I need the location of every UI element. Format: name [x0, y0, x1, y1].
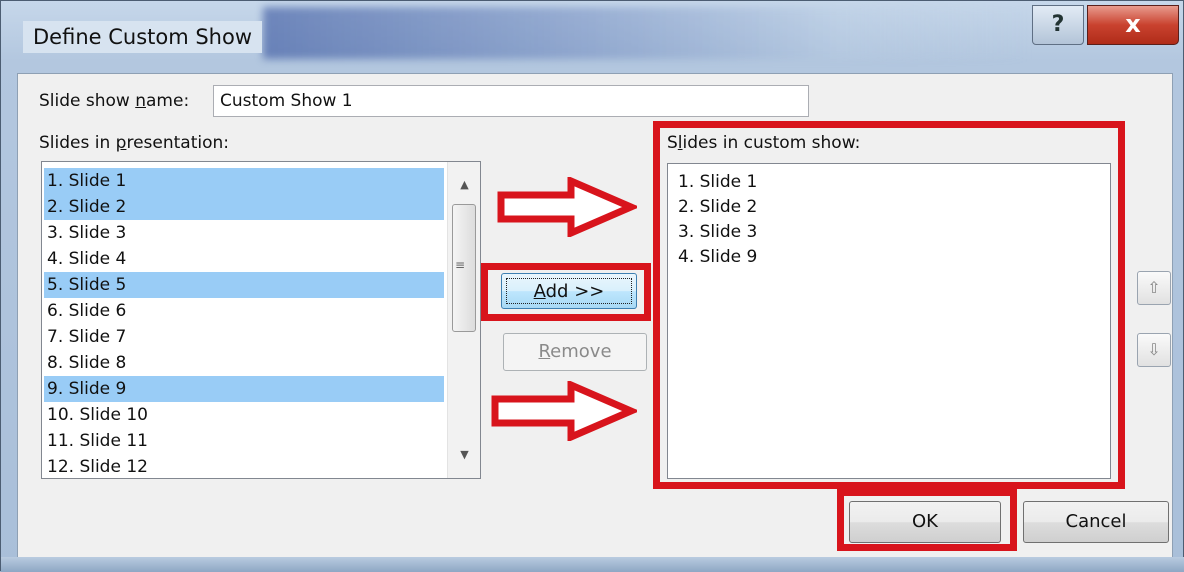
list-item[interactable]: 9. Slide 9 [44, 376, 444, 402]
title-bar[interactable]: Define Custom Show ? x [1, 1, 1184, 73]
slide-show-name-label: Slide show name: [39, 91, 190, 111]
add-button-highlight-box [481, 263, 651, 321]
presentation-slides-list[interactable]: 1. Slide 1 2. Slide 2 3. Slide 3 4. Slide 4… [41, 161, 481, 479]
remove-button[interactable]: Remove [503, 333, 647, 371]
list-item[interactable]: 4. Slide 4 [44, 246, 444, 272]
close-button[interactable]: x [1087, 5, 1179, 45]
slide-show-name-input[interactable] [213, 85, 809, 117]
help-button[interactable]: ? [1032, 5, 1084, 45]
custom-list-highlight-box [653, 121, 1125, 489]
list-scrollbar[interactable]: ▲ ≡ ▼ [447, 162, 480, 478]
move-up-button[interactable]: ⇧ [1137, 271, 1171, 305]
close-icon: x [1125, 10, 1141, 38]
list-item[interactable]: 8. Slide 8 [44, 350, 444, 376]
ok-button-highlight-box [837, 489, 1017, 551]
right-arrow-icon [491, 381, 637, 441]
dialog-window: Define Custom Show ? x Slide show name: … [0, 0, 1184, 572]
list-item[interactable]: 1. Slide 1 [44, 168, 444, 194]
list-item[interactable]: 11. Slide 11 [44, 428, 444, 454]
list-item[interactable]: 2. Slide 2 [44, 194, 444, 220]
down-arrow-icon: ⇩ [1147, 340, 1161, 359]
help-icon: ? [1051, 12, 1065, 37]
move-down-button[interactable]: ⇩ [1137, 333, 1171, 367]
blurred-watermark [263, 7, 1033, 59]
list-item[interactable]: 5. Slide 5 [44, 272, 444, 298]
scroll-down-icon[interactable]: ▼ [448, 440, 480, 470]
scroll-up-icon[interactable]: ▲ [448, 170, 480, 200]
slides-in-presentation-label: Slides in presentation: [39, 133, 229, 153]
list-item[interactable]: 10. Slide 10 [44, 402, 444, 428]
grip-icon: ≡ [455, 258, 466, 272]
up-arrow-icon: ⇧ [1147, 278, 1161, 297]
dialog-title: Define Custom Show [23, 21, 263, 53]
list-item[interactable]: 12. Slide 12 [44, 454, 444, 478]
cancel-button[interactable]: Cancel [1023, 501, 1169, 543]
window-bottom-edge [1, 557, 1184, 572]
list-item[interactable]: 7. Slide 7 [44, 324, 444, 350]
list-item[interactable]: 3. Slide 3 [44, 220, 444, 246]
list-item[interactable]: 6. Slide 6 [44, 298, 444, 324]
right-arrow-icon [497, 177, 637, 237]
